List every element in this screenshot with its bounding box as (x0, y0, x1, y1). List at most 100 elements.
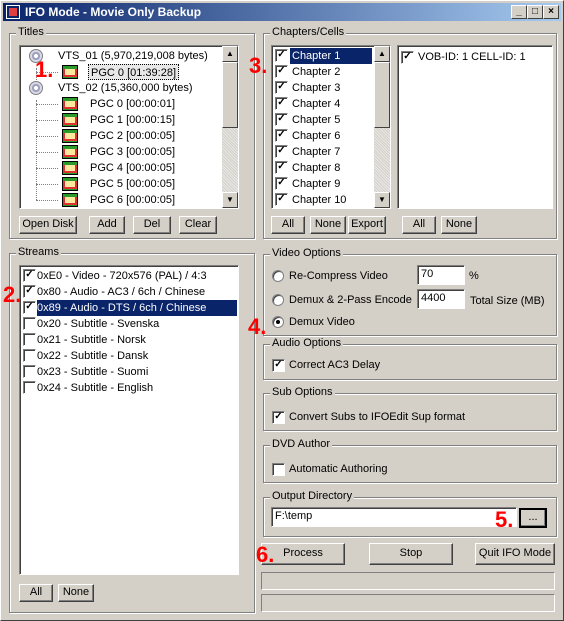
title-item-pgc[interactable]: PGC 0 [00:00:01] (90, 96, 175, 112)
audio-options-label: Audio Options (270, 337, 344, 349)
cells-all-button[interactable]: All (402, 216, 436, 234)
title-item-vts02[interactable]: VTS_02 (15,360,000 bytes) (58, 80, 193, 96)
convert-subs-label[interactable]: Convert Subs to IFOEdit Sup format (289, 409, 465, 425)
scroll-down-arrow-icon[interactable]: ▼ (374, 192, 390, 208)
stream-item[interactable]: 0xE0 - Video - 720x576 (PAL) / 4:3 (37, 268, 207, 284)
scroll-thumb[interactable] (222, 62, 238, 128)
maximize-button[interactable]: □ (527, 5, 543, 19)
automatic-authoring-checkbox[interactable] (272, 463, 285, 476)
stream-checkbox[interactable] (23, 333, 36, 346)
chapter-item[interactable]: Chapter 2 (290, 64, 372, 80)
correct-ac3-checkbox[interactable]: ✓ (272, 359, 285, 372)
streams-list[interactable]: ✓ 0xE0 - Video - 720x576 (PAL) / 4:3 ✓ 0x80… (19, 265, 239, 575)
chapter-item[interactable]: Chapter 7 (290, 144, 372, 160)
export-button[interactable]: Export (348, 216, 386, 234)
quit-ifo-mode-button[interactable]: Quit IFO Mode (475, 543, 555, 565)
film-icon (62, 177, 78, 191)
chapter-item[interactable]: Chapter 6 (290, 128, 372, 144)
stream-item[interactable]: 0x80 - Audio - AC3 / 6ch / Chinese (37, 284, 205, 300)
scroll-up-arrow-icon[interactable]: ▲ (374, 46, 390, 62)
scroll-down-arrow-icon[interactable]: ▼ (222, 192, 238, 208)
del-button[interactable]: Del (133, 216, 171, 234)
film-icon (62, 113, 78, 127)
demux-2pass-label[interactable]: Demux & 2-Pass Encode (289, 292, 412, 308)
title-item-pgc[interactable]: PGC 5 [00:00:05] (90, 176, 175, 192)
stream-checkbox[interactable]: ✓ (23, 269, 36, 282)
title-item-pgc0-selected[interactable]: PGC 0 [01:39:28] (88, 64, 179, 80)
film-icon (62, 129, 78, 143)
browse-button[interactable]: ... (519, 508, 547, 528)
correct-ac3-label[interactable]: Correct AC3 Delay (289, 357, 380, 373)
demux-video-label[interactable]: Demux Video (289, 314, 355, 330)
chapter-checkbox[interactable]: ✓ (275, 145, 288, 158)
cells-list[interactable]: ✓ VOB-ID: 1 CELL-ID: 1 (397, 45, 553, 209)
convert-subs-checkbox[interactable]: ✓ (272, 411, 285, 424)
stream-item[interactable]: 0x21 - Subtitle - Norsk (37, 332, 146, 348)
annotation-5: 5. (495, 507, 514, 532)
disc-icon (29, 81, 43, 95)
chapter-checkbox[interactable]: ✓ (275, 161, 288, 174)
stream-checkbox[interactable] (23, 381, 36, 394)
title-item-pgc[interactable]: PGC 2 [00:00:05] (90, 128, 175, 144)
title-item-pgc[interactable]: PGC 6 [00:00:05] (90, 192, 175, 208)
stream-checkbox[interactable] (23, 365, 36, 378)
chapter-checkbox[interactable]: ✓ (275, 65, 288, 78)
stream-checkbox[interactable]: ✓ (23, 285, 36, 298)
stream-item[interactable]: 0x24 - Subtitle - English (37, 380, 153, 396)
title-bar[interactable]: IFO Mode - Movie Only Backup _ □ × (3, 3, 561, 21)
close-button[interactable]: × (543, 5, 559, 19)
minimize-button[interactable]: _ (511, 5, 527, 19)
title-item-pgc[interactable]: PGC 3 [00:00:05] (90, 144, 175, 160)
stream-item[interactable]: 0x20 - Subtitle - Svenska (37, 316, 159, 332)
chapter-item[interactable]: Chapter 4 (290, 96, 372, 112)
stop-button[interactable]: Stop (369, 543, 453, 565)
demux-2pass-input[interactable]: 4400 (417, 289, 465, 309)
stream-checkbox[interactable] (23, 349, 36, 362)
stream-item[interactable]: 0x22 - Subtitle - Dansk (37, 348, 148, 364)
recompress-label[interactable]: Re-Compress Video (289, 268, 388, 284)
title-item-vts01[interactable]: VTS_01 (5,970,219,008 bytes) (58, 48, 208, 64)
chapter-checkbox[interactable]: ✓ (275, 49, 288, 62)
sub-options-label: Sub Options (270, 386, 335, 398)
chapter-item[interactable]: Chapter 8 (290, 160, 372, 176)
chapters-all-button[interactable]: All (271, 216, 305, 234)
cell-checkbox[interactable]: ✓ (401, 51, 414, 64)
chapters-scrollbar[interactable]: ▲ ▼ (374, 46, 390, 208)
chapter-checkbox[interactable]: ✓ (275, 193, 288, 206)
chapter-checkbox[interactable]: ✓ (275, 97, 288, 110)
window-title: IFO Mode - Movie Only Backup (25, 5, 202, 19)
chapters-list[interactable]: ✓ Chapter 1 ✓ Chapter 2 ✓ Chapter 3 ✓ Chapter 4… (271, 45, 391, 209)
titles-scrollbar[interactable]: ▲ ▼ (222, 46, 238, 208)
scroll-up-arrow-icon[interactable]: ▲ (222, 46, 238, 62)
chapter-item[interactable]: Chapter 10 (290, 192, 372, 208)
demux-2pass-radio[interactable] (272, 294, 284, 306)
open-disk-button[interactable]: Open Disk (19, 216, 77, 234)
automatic-authoring-label[interactable]: Automatic Authoring (289, 461, 387, 477)
output-path-input[interactable]: F:\temp (271, 507, 517, 527)
title-item-pgc[interactable]: PGC 1 [00:00:15] (90, 112, 175, 128)
add-button[interactable]: Add (89, 216, 125, 234)
chapter-checkbox[interactable]: ✓ (275, 81, 288, 94)
stream-item[interactable]: 0x23 - Subtitle - Suomi (37, 364, 148, 380)
chapter-item[interactable]: Chapter 1 (290, 48, 372, 64)
cell-item[interactable]: VOB-ID: 1 CELL-ID: 1 (418, 49, 526, 65)
scroll-thumb[interactable] (374, 62, 390, 128)
chapter-item[interactable]: Chapter 3 (290, 80, 372, 96)
cells-none-button[interactable]: None (441, 216, 477, 234)
chapter-item[interactable]: Chapter 5 (290, 112, 372, 128)
stream-checkbox[interactable]: ✓ (23, 301, 36, 314)
chapter-checkbox[interactable]: ✓ (275, 177, 288, 190)
streams-all-button[interactable]: All (19, 584, 53, 602)
chapter-checkbox[interactable]: ✓ (275, 129, 288, 142)
chapter-checkbox[interactable]: ✓ (275, 113, 288, 126)
streams-none-button[interactable]: None (58, 584, 94, 602)
recompress-radio[interactable] (272, 270, 284, 282)
recompress-input[interactable]: 70 (417, 265, 465, 285)
clear-button[interactable]: Clear (179, 216, 217, 234)
chapters-none-button[interactable]: None (310, 216, 346, 234)
stream-checkbox[interactable] (23, 317, 36, 330)
title-item-pgc[interactable]: PGC 4 [00:00:05] (90, 160, 175, 176)
demux-video-radio[interactable] (272, 316, 284, 328)
chapter-item[interactable]: Chapter 9 (290, 176, 372, 192)
stream-item[interactable]: 0x89 - Audio - DTS / 6ch / Chinese (37, 300, 237, 316)
